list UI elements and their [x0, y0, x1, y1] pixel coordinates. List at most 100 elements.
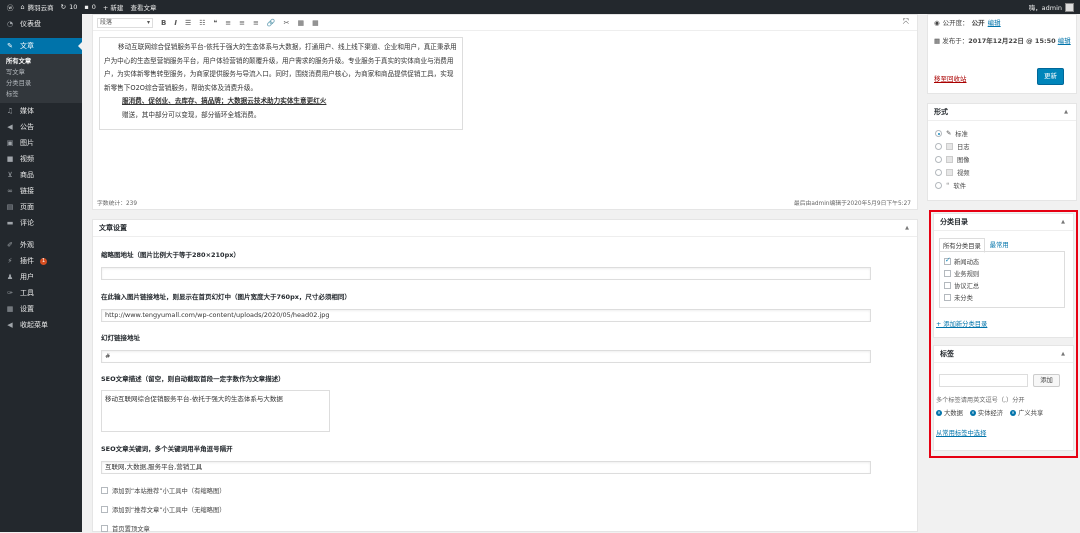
brush-icon: ✐: [7, 241, 13, 249]
menu-label: 链接: [20, 187, 34, 195]
format-select[interactable]: 段落 ▾: [97, 17, 153, 28]
menu-appearance[interactable]: ✐ 外观: [0, 237, 82, 253]
video-icon: ■: [6, 155, 14, 163]
italic-button[interactable]: I: [174, 19, 177, 27]
edit-date-link[interactable]: 编辑: [1058, 37, 1071, 45]
refresh-icon: ↻: [60, 3, 67, 11]
menu-users[interactable]: ♟ 用户: [0, 269, 82, 285]
format-option-aside[interactable]: 日志: [935, 142, 970, 151]
radio[interactable]: [935, 169, 942, 176]
edit-visibility-link[interactable]: 编辑: [988, 19, 1001, 27]
align-center-button[interactable]: ≡: [239, 19, 245, 27]
radio[interactable]: [935, 182, 942, 189]
submenu-new-post[interactable]: 写文章: [0, 67, 82, 78]
unlink-button[interactable]: ✂: [284, 19, 290, 27]
menu-images[interactable]: ▣ 图片: [0, 135, 82, 151]
megaphone-icon: ◀: [7, 123, 13, 131]
comments-link[interactable]: ▪ 0: [84, 3, 96, 11]
plugin-icon: ⚡: [7, 257, 13, 265]
seo-keywords-input[interactable]: 互联网,大数据,服务平台,营销工具: [101, 461, 871, 474]
checkbox[interactable]: [101, 506, 108, 513]
updates-link[interactable]: ↻ 10: [61, 3, 78, 11]
image-icon: ▣: [6, 139, 14, 147]
user-icon: ♟: [6, 273, 14, 281]
new-content-link[interactable]: + 新建: [103, 2, 124, 12]
format-option-video[interactable]: 视频: [935, 168, 970, 177]
quote-icon: ❝: [946, 182, 950, 189]
aside-icon: [946, 143, 953, 150]
post-settings-header[interactable]: 文章设置 ▲: [93, 220, 917, 237]
format-option-standard[interactable]: ✎ 标准: [935, 129, 968, 138]
format-option-software[interactable]: ❝ 软件: [935, 181, 966, 190]
menu-tools[interactable]: ✑ 工具: [0, 285, 82, 301]
menu-settings[interactable]: ▦ 设置: [0, 301, 82, 317]
update-button[interactable]: 更新: [1037, 68, 1064, 85]
admin-menu: ◔ 仪表盘 ✎ 文章 所有文章 写文章 分类目录 标签 ♫ 媒体 ◀ 公告 ▣ 图片 ■ 视…: [0, 14, 82, 532]
toolbar-toggle-button[interactable]: ▦: [312, 19, 319, 27]
menu-media[interactable]: ♫ 媒体: [0, 103, 82, 119]
new-label: + 新建: [102, 4, 124, 12]
featured-checkbox-row[interactable]: 添加到“推荐文章”小工具中（无缩略图）: [101, 505, 226, 514]
radio[interactable]: [935, 156, 942, 163]
submenu-categories[interactable]: 分类目录: [0, 78, 82, 89]
numbered-list-button[interactable]: ☷: [199, 19, 205, 27]
format-label: 软件: [953, 183, 966, 190]
menu-pages[interactable]: ▤ 页面: [0, 199, 82, 215]
menu-notice[interactable]: ◀ 公告: [0, 119, 82, 135]
collapse-arrow-icon[interactable]: ▲: [1064, 104, 1068, 121]
submenu-all-posts[interactable]: 所有文章: [0, 56, 82, 67]
link-icon: ∞: [7, 187, 13, 195]
menu-links[interactable]: ∞ 链接: [0, 183, 82, 199]
site-name: 腾羽云商: [27, 4, 54, 12]
slide-image-input[interactable]: http://www.tengyumall.com/wp-content/upl…: [101, 309, 871, 322]
checkbox[interactable]: [101, 487, 108, 494]
menu-label: 仪表盘: [20, 20, 41, 28]
menu-comments[interactable]: ▬ 评论: [0, 215, 82, 231]
menu-label: 公告: [20, 123, 34, 131]
recommend-checkbox-row[interactable]: 添加到“本站推荐”小工具中（有缩略图）: [101, 486, 226, 495]
menu-label: 文章: [20, 42, 34, 50]
collapse-icon: ◀: [7, 321, 13, 329]
wp-logo-icon[interactable]: ⓦ: [7, 2, 14, 12]
menu-label: 插件: [20, 257, 34, 265]
menu-dashboard[interactable]: ◔ 仪表盘: [0, 16, 82, 32]
view-post-link[interactable]: 查看文章: [130, 2, 156, 12]
menu-goods[interactable]: ⊻ 商品: [0, 167, 82, 183]
more-tag-button[interactable]: ▦: [298, 19, 305, 27]
format-option-image[interactable]: 图像: [935, 155, 970, 164]
checkbox-label: 添加到“推荐文章”小工具中（无缩略图）: [112, 507, 226, 514]
submenu-tags[interactable]: 标签: [0, 89, 82, 100]
menu-plugins[interactable]: ⚡ 插件 1: [0, 253, 82, 269]
publish-box: ◉ 公开度： 公开 编辑 ▦ 发布于：2017年12月22日 @ 15:50 编辑 移…: [927, 14, 1077, 94]
site-name-link[interactable]: ⌂ 腾羽云商: [21, 2, 54, 12]
align-right-button[interactable]: ≡: [253, 19, 259, 27]
blockquote-button[interactable]: ❝: [214, 19, 218, 27]
seo-description-textarea[interactable]: 移动互联网综合促销服务平台-依托于强大的生态体系与大数据: [101, 390, 330, 432]
content-paragraph: 移动互联网综合促销服务平台-依托于强大的生态体系与大数据，打通用户、线上线下渠道…: [104, 43, 457, 92]
radio[interactable]: [935, 143, 942, 150]
collapse-arrow-icon[interactable]: ▲: [905, 220, 909, 237]
menu-posts[interactable]: ✎ 文章: [0, 38, 82, 54]
slide-link-input[interactable]: #: [101, 350, 871, 363]
dashboard-icon: ◔: [6, 20, 14, 28]
link-button[interactable]: 🔗: [267, 19, 276, 27]
bullet-list-button[interactable]: ☰: [185, 19, 191, 27]
trash-link[interactable]: 移至回收站: [934, 73, 967, 83]
chevron-down-icon: ▾: [146, 18, 150, 26]
collapse-menu[interactable]: ◀ 收起菜单: [0, 317, 82, 333]
seo-keywords-label: SEO文章关键词，多个关键词用半角逗号隔开: [101, 445, 233, 453]
radio[interactable]: [935, 130, 942, 137]
align-left-button[interactable]: ≡: [225, 19, 231, 27]
checkbox[interactable]: [101, 525, 108, 532]
comment-icon: ▪: [84, 3, 89, 11]
menu-video[interactable]: ■ 视频: [0, 151, 82, 167]
bold-button[interactable]: B: [161, 19, 166, 27]
format-label: 图像: [957, 157, 970, 164]
my-account[interactable]: 嗨，admin: [1029, 2, 1074, 12]
thumbnail-input[interactable]: [101, 267, 871, 280]
editor-content[interactable]: 移动互联网综合促销服务平台-依托于强大的生态体系与大数据，打通用户、线上线下渠道…: [99, 37, 463, 130]
format-header[interactable]: 形式 ▲: [928, 104, 1076, 121]
plugins-badge: 1: [40, 257, 48, 265]
word-count: 字数统计：239: [97, 201, 138, 207]
fullscreen-icon[interactable]: ⤧: [903, 17, 909, 27]
